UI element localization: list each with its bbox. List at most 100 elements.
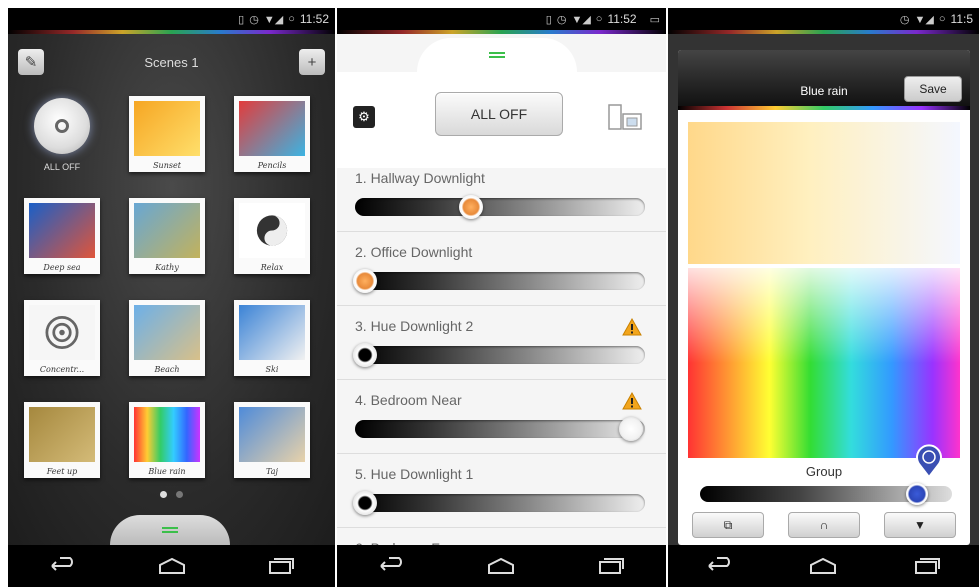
dialog-actions: ⧉ ∩ ▼ bbox=[692, 512, 956, 538]
settings-button[interactable]: ⚙ bbox=[353, 106, 375, 128]
light-name[interactable]: 1. Hallway Downlight bbox=[355, 170, 485, 186]
warning-icon[interactable] bbox=[622, 318, 642, 336]
scene-thumbnail: Taj bbox=[234, 402, 310, 478]
brightness-slider[interactable] bbox=[355, 417, 645, 441]
group-label: Group bbox=[805, 464, 843, 479]
color-picker[interactable] bbox=[688, 268, 960, 458]
scene-label: Ski bbox=[265, 365, 279, 374]
concentrate-icon bbox=[45, 316, 79, 349]
warning-icon[interactable] bbox=[622, 392, 642, 410]
wifi-signal-icon: ▼◢ bbox=[914, 13, 934, 26]
battery-icon: ○ bbox=[288, 13, 295, 25]
recents-icon bbox=[915, 558, 941, 574]
home-button[interactable] bbox=[803, 552, 843, 580]
light-row: 2. Office Downlight bbox=[337, 232, 666, 306]
scene-label: Concentr... bbox=[39, 365, 85, 374]
brightness-slider[interactable] bbox=[353, 269, 645, 293]
drawer-handle[interactable] bbox=[417, 38, 577, 72]
light-name[interactable]: 4. Bedroom Near bbox=[355, 392, 462, 408]
drawer-handle[interactable] bbox=[110, 515, 230, 545]
scene-tile[interactable]: Blue rain bbox=[129, 402, 205, 478]
group-brightness-slider[interactable] bbox=[700, 483, 952, 505]
scene-thumbnail: Relax bbox=[234, 198, 310, 274]
light-row: 1. Hallway Downlight bbox=[337, 158, 666, 232]
recents-icon bbox=[599, 558, 625, 574]
copy-icon: ⧉ bbox=[723, 517, 733, 532]
lights-screen: ▯ ◷ ▼◢ ○ 11:52 ▭ ⚙ ALL OFF 1. Hallway Do… bbox=[337, 8, 666, 587]
scene-thumbnail: Feet up bbox=[24, 402, 100, 478]
light-row: 3. Hue Downlight 2 bbox=[337, 306, 666, 380]
magnet-button[interactable]: ∩ bbox=[788, 512, 860, 538]
scene-tile[interactable]: Concentr... bbox=[24, 300, 100, 376]
light-row: 5. Hue Downlight 1 bbox=[337, 454, 666, 528]
scene-tile[interactable]: ALL OFF bbox=[24, 96, 100, 172]
scene-tile[interactable]: Beach bbox=[129, 300, 205, 376]
slider-knob[interactable] bbox=[353, 491, 377, 515]
all-off-button[interactable]: ALL OFF bbox=[435, 92, 563, 136]
add-scene-button[interactable]: + bbox=[298, 49, 325, 75]
scene-label: Pencils bbox=[257, 161, 287, 170]
magnet-icon: ∩ bbox=[819, 518, 829, 532]
nav-bar bbox=[337, 545, 666, 587]
color-dialog: Blue rain Save Group ⧉ ∩ ▼ bbox=[678, 50, 970, 545]
sim-icon: ▯ bbox=[238, 13, 245, 26]
status-time: 11:52 bbox=[299, 12, 329, 26]
slider-knob[interactable] bbox=[619, 417, 643, 441]
brightness-slider[interactable] bbox=[353, 343, 645, 367]
slider-knob[interactable] bbox=[353, 269, 377, 293]
scene-label: Kathy bbox=[155, 263, 179, 272]
recents-button[interactable] bbox=[591, 552, 631, 580]
battery-icon: ○ bbox=[938, 13, 946, 25]
page-title: Scenes 1 bbox=[144, 54, 199, 70]
scene-label: Relax bbox=[260, 263, 284, 272]
home-icon bbox=[810, 557, 837, 574]
slider-knob[interactable] bbox=[353, 343, 377, 367]
back-button[interactable] bbox=[372, 552, 412, 580]
light-name[interactable]: 2. Office Downlight bbox=[355, 244, 472, 260]
brightness-slider[interactable] bbox=[353, 491, 645, 515]
scene-label: Taj bbox=[266, 467, 278, 476]
recents-button[interactable] bbox=[261, 552, 301, 580]
scene-tile[interactable]: Ski bbox=[234, 300, 310, 376]
back-icon bbox=[50, 557, 73, 571]
scene-label: ALL OFF bbox=[43, 162, 81, 172]
nav-bar bbox=[668, 545, 979, 587]
home-button[interactable] bbox=[152, 552, 192, 580]
light-name[interactable]: 3. Hue Downlight 2 bbox=[355, 318, 473, 334]
relax-icon bbox=[256, 215, 288, 246]
rooms-icon[interactable] bbox=[607, 104, 643, 130]
recents-button[interactable] bbox=[907, 552, 947, 580]
scene-label: Deep sea bbox=[43, 263, 81, 272]
lights-body: ⚙ ALL OFF 1. Hallway Downlight 2. Office … bbox=[337, 34, 666, 587]
scenes-screen: ▯ ◷ ▼◢ ○ 11:52 ✎ Scenes 1 + ALL OFF Sunse… bbox=[8, 8, 335, 587]
scene-tile[interactable]: Sunset bbox=[129, 96, 205, 172]
bulb-button[interactable]: ▼ bbox=[884, 512, 956, 538]
brightness-slider[interactable] bbox=[355, 195, 645, 219]
scene-tile[interactable]: Kathy bbox=[129, 198, 205, 274]
plus-icon: + bbox=[307, 53, 317, 71]
slider-knob[interactable] bbox=[906, 483, 928, 505]
status-bar: ▯ ◷ ▼◢ ○ 11:52 ▭ bbox=[337, 8, 666, 30]
light-name[interactable]: 5. Hue Downlight 1 bbox=[355, 466, 473, 482]
color-temperature-picker[interactable] bbox=[688, 122, 960, 264]
slider-knob[interactable] bbox=[459, 195, 483, 219]
alarm-icon: ◷ bbox=[899, 13, 910, 26]
scene-tile[interactable]: Deep sea bbox=[24, 198, 100, 274]
scene-label: Beach bbox=[154, 365, 180, 374]
copy-button[interactable]: ⧉ bbox=[692, 512, 764, 538]
scene-tile[interactable]: Relax bbox=[234, 198, 310, 274]
battery-icon: ○ bbox=[595, 13, 603, 25]
wifi-signal-icon: ▼◢ bbox=[263, 13, 284, 26]
page-indicator bbox=[8, 491, 335, 498]
home-button[interactable] bbox=[481, 552, 521, 580]
edit-button[interactable]: ✎ bbox=[18, 49, 44, 75]
scene-tile[interactable]: Pencils bbox=[234, 96, 310, 172]
scene-tile[interactable]: Feet up bbox=[24, 402, 100, 478]
save-button[interactable]: Save bbox=[904, 76, 962, 102]
back-button[interactable] bbox=[700, 552, 740, 580]
scene-thumbnail: Beach bbox=[129, 300, 205, 376]
scene-tile[interactable]: Taj bbox=[234, 402, 310, 478]
sim-icon: ▯ bbox=[545, 13, 552, 26]
alarm-icon: ◷ bbox=[556, 13, 567, 26]
back-button[interactable] bbox=[43, 552, 83, 580]
